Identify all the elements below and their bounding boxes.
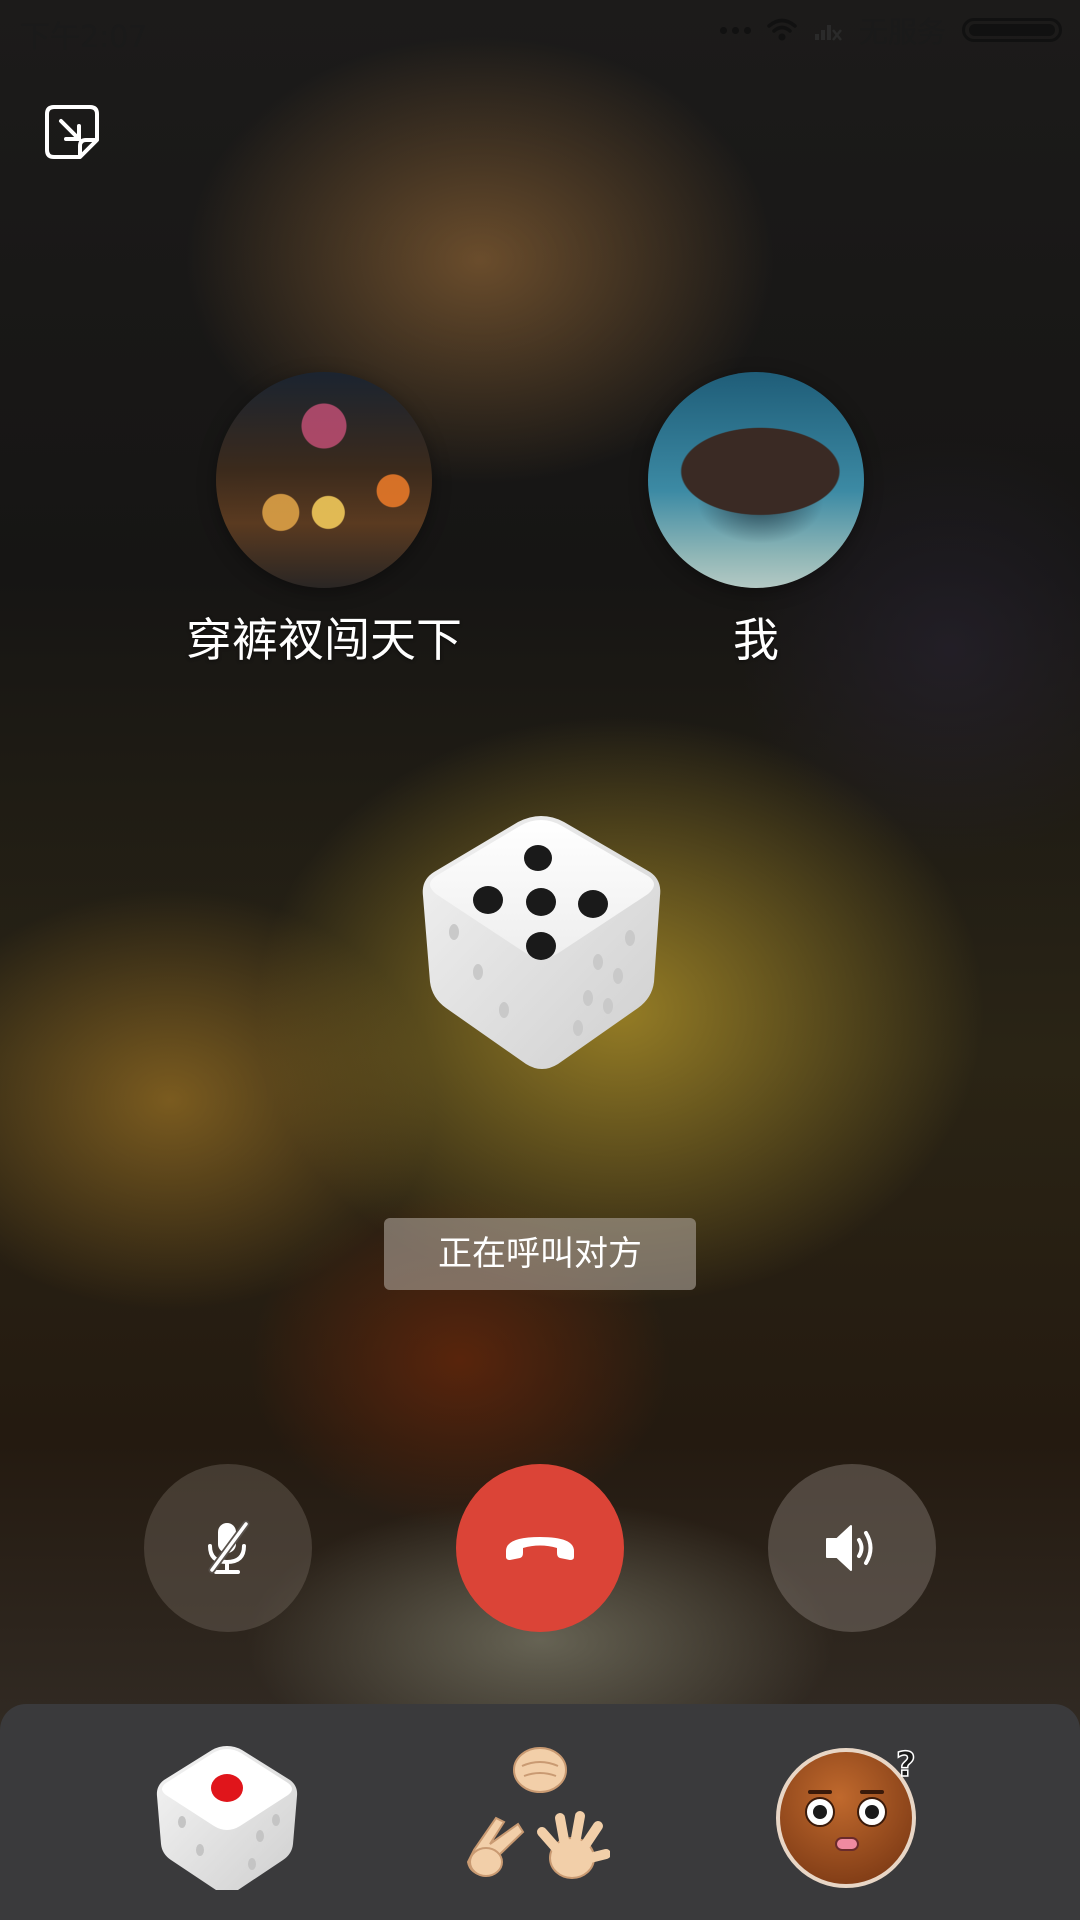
- avatar[interactable]: [648, 372, 864, 588]
- minimize-button[interactable]: [44, 104, 100, 160]
- participant-callee: 穿裤衩闯天下: [164, 372, 484, 670]
- participant-name: 我: [733, 613, 779, 667]
- mic-off-icon: [208, 1520, 250, 1574]
- hangup-phone-icon: [506, 1537, 574, 1560]
- dice-game-button[interactable]: [152, 1740, 302, 1893]
- speaker-icon: [826, 1525, 873, 1571]
- signal-dots-icon: [719, 26, 751, 34]
- hangup-button[interactable]: [456, 1464, 624, 1632]
- confused-face-emoji-icon: ?: [776, 1744, 916, 1888]
- emoji-game-button[interactable]: ?: [776, 1740, 926, 1890]
- speaker-button[interactable]: [768, 1464, 936, 1632]
- participant-me: 我: [596, 372, 916, 670]
- dice-icon: [156, 1746, 298, 1893]
- avatar[interactable]: [216, 372, 432, 588]
- call-screen: 下午2:07 无服务 穿裤衩闯天下 我 正在呼叫对方 ?: [0, 0, 1080, 1920]
- status-time: 下午2:07: [20, 20, 148, 55]
- participant-name: 穿裤衩闯天下: [186, 613, 462, 667]
- calling-status-label: 正在呼叫对方: [384, 1218, 696, 1290]
- svg-text:?: ?: [896, 1745, 916, 1785]
- rock-paper-scissors-button[interactable]: [460, 1740, 611, 1890]
- no-signal-icon: [814, 25, 842, 41]
- wifi-icon: [767, 18, 797, 41]
- status-bar: 下午2:07 无服务: [0, 0, 1080, 62]
- carrier-label: 无服务: [858, 15, 946, 49]
- mute-button[interactable]: [144, 1464, 312, 1632]
- dice-result-icon: [418, 812, 664, 1072]
- battery-icon: [962, 18, 1062, 42]
- minimize-window-icon: [45, 105, 99, 159]
- status-icons: 无服务: [719, 10, 1062, 50]
- game-tray: ?: [0, 1704, 1080, 1920]
- rock-paper-scissors-icon: [466, 1747, 611, 1879]
